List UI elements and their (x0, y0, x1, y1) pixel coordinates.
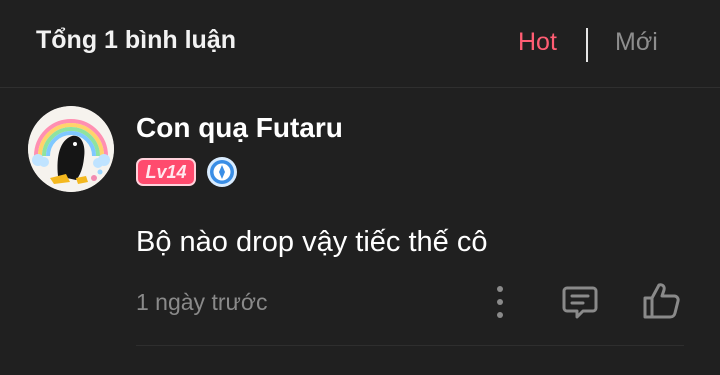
more-vertical-icon[interactable] (484, 283, 516, 321)
comment-divider (136, 345, 684, 346)
comment-count-title: Tổng 1 bình luận (36, 26, 236, 54)
level-badge: Lv14 (136, 158, 196, 186)
crow-rainbow-avatar-icon (28, 106, 114, 192)
avatar[interactable] (28, 106, 114, 192)
username[interactable]: Con quạ Futaru (136, 112, 343, 144)
blue-rank-medal-icon (206, 156, 238, 188)
comment-text: Bộ nào drop vậy tiếc thế cô (136, 226, 488, 258)
sort-divider (586, 28, 588, 62)
thumbs-up-icon[interactable] (640, 280, 682, 322)
comments-header: Tổng 1 bình luận Hot Mới (0, 0, 720, 88)
comment-timestamp: 1 ngày trước (136, 289, 268, 315)
comment-reply-icon[interactable] (560, 282, 600, 322)
sort-hot-tab[interactable]: Hot (518, 28, 557, 57)
sort-new-tab[interactable]: Mới (615, 28, 658, 57)
